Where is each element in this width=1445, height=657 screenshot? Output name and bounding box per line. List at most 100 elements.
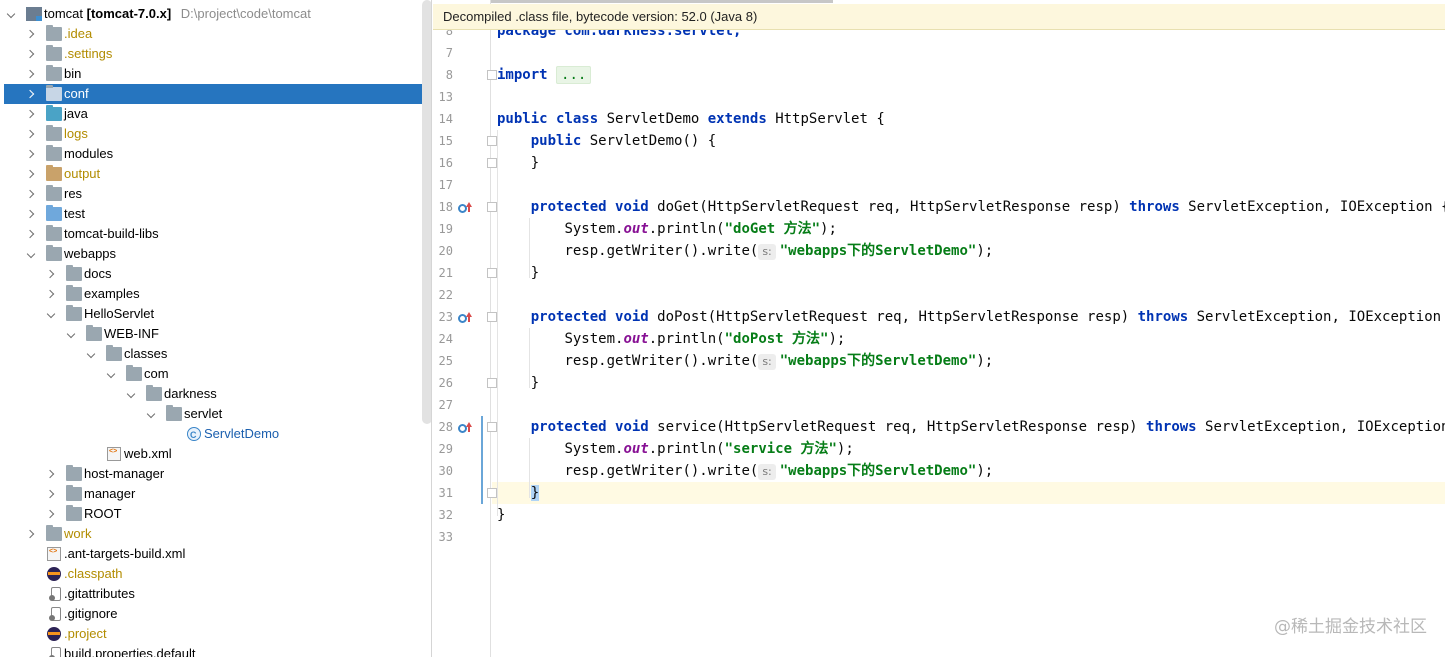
folder-icon <box>146 385 162 401</box>
chevron-right-icon[interactable] <box>26 124 38 144</box>
code-text: ServletException, IOException <box>1196 419 1445 435</box>
tree-item-manager[interactable]: manager <box>0 484 431 504</box>
fold-toggle-icon[interactable] <box>487 268 497 278</box>
tree-item-servlet[interactable]: servlet <box>0 404 431 424</box>
tree-item-classpath[interactable]: .classpath <box>0 564 431 584</box>
keyword: public <box>497 111 548 127</box>
chevron-down-icon[interactable] <box>66 324 78 344</box>
chevron-right-icon[interactable] <box>46 504 58 524</box>
line-number: 30 <box>438 464 453 478</box>
chevron-down-icon[interactable] <box>126 384 138 404</box>
tree-item-modules[interactable]: modules <box>0 144 431 164</box>
string-literal: "doGet 方法" <box>724 221 821 237</box>
code-text: resp.getWriter().write( <box>564 243 759 259</box>
tree-item-examples[interactable]: examples <box>0 284 431 304</box>
chevron-down-icon[interactable] <box>86 344 98 364</box>
fold-toggle-icon[interactable] <box>487 136 497 146</box>
chevron-right-icon[interactable] <box>46 484 58 504</box>
tree-item-web-xml[interactable]: web.xml <box>0 442 431 464</box>
chevron-down-icon[interactable] <box>6 4 18 24</box>
tree-item-label: .classpath <box>64 566 123 581</box>
chevron-right-icon[interactable] <box>26 164 38 184</box>
tree-item-test[interactable]: test <box>0 204 431 224</box>
chevron-right-icon[interactable] <box>26 24 38 44</box>
code-line: public ServletDemo() { <box>497 130 716 152</box>
tree-item-darkness[interactable]: darkness <box>0 384 431 404</box>
tree-item-res[interactable]: res <box>0 184 431 204</box>
tree-item-gitattributes[interactable]: .gitattributes <box>0 584 431 604</box>
chevron-down-icon[interactable] <box>46 304 58 324</box>
chevron-right-icon[interactable] <box>26 144 38 164</box>
code-text: ServletException, IOException <box>1188 309 1445 325</box>
tree-item-label: docs <box>84 266 112 281</box>
code-line: System.out.println("doGet 方法"); <box>497 218 836 240</box>
tree-item-label: WEB-INF <box>104 326 159 341</box>
code-text: .println( <box>648 441 725 457</box>
chevron-down-icon[interactable] <box>26 244 38 264</box>
chevron-right-icon[interactable] <box>46 284 58 304</box>
override-method-icon[interactable] <box>458 312 472 324</box>
tree-item-bin[interactable]: bin <box>0 64 431 84</box>
tree-item-root[interactable]: ROOT <box>0 504 431 524</box>
tree-item-conf[interactable]: conf <box>4 84 431 104</box>
tree-item-logs[interactable]: logs <box>0 124 431 144</box>
chevron-right-icon[interactable] <box>26 44 38 64</box>
source-folder-icon <box>46 105 62 121</box>
chevron-down-icon[interactable] <box>146 404 158 424</box>
chevron-right-icon[interactable] <box>26 184 38 204</box>
chevron-right-icon[interactable] <box>26 224 38 244</box>
fold-toggle-icon[interactable] <box>487 70 497 80</box>
tree-item-webapps[interactable]: webapps <box>0 244 431 264</box>
folder-icon <box>46 65 62 81</box>
tree-item-servletdemo[interactable]: ServletDemo <box>0 424 431 445</box>
tree-item-output[interactable]: output <box>0 164 431 184</box>
chevron-right-icon[interactable] <box>26 524 38 544</box>
tree-item-docs[interactable]: docs <box>0 264 431 284</box>
tree-item-helloservlet[interactable]: HelloServlet <box>0 304 431 324</box>
chevron-right-icon[interactable] <box>26 204 38 224</box>
test-folder-icon <box>46 205 62 221</box>
keyword: protected <box>530 199 607 215</box>
code-text: resp.getWriter().write( <box>564 353 759 369</box>
tree-item-settings[interactable]: .settings <box>0 44 431 64</box>
tree-item-work[interactable]: work <box>0 524 431 544</box>
chevron-right-icon[interactable] <box>46 264 58 284</box>
tree-scrollbar[interactable] <box>422 0 431 424</box>
watermark: @稀土掘金技术社区 <box>1274 617 1427 637</box>
fold-toggle-icon[interactable] <box>487 488 497 498</box>
tree-item-ant-targets[interactable]: .ant-targets-build.xml <box>0 542 431 564</box>
tree-item-java[interactable]: java <box>0 104 431 124</box>
fold-toggle-icon[interactable] <box>487 158 497 168</box>
tree-item-web-inf[interactable]: WEB-INF <box>0 324 431 344</box>
override-method-icon[interactable] <box>458 202 472 214</box>
tree-item-build-properties[interactable]: build.properties.default <box>0 644 431 657</box>
import-fold-placeholder[interactable]: ... <box>556 66 592 84</box>
override-method-icon[interactable] <box>458 422 472 434</box>
tree-root-tomcat[interactable]: tomcat [tomcat-7.0.x] D:\project\code\to… <box>0 4 431 24</box>
code-line: } <box>497 372 539 394</box>
excluded-folder-icon <box>46 165 62 181</box>
tree-item-classes[interactable]: classes <box>0 344 431 364</box>
fold-toggle-icon[interactable] <box>487 422 497 432</box>
root-path: D:\project\code\tomcat <box>180 6 311 21</box>
chevron-down-icon[interactable] <box>106 364 118 384</box>
tree-item-com[interactable]: com <box>0 364 431 384</box>
chevron-right-icon[interactable] <box>26 64 38 84</box>
chevron-right-icon[interactable] <box>26 84 38 104</box>
fold-toggle-icon[interactable] <box>487 202 497 212</box>
parameter-hint: s: <box>758 244 776 260</box>
line-number: 32 <box>438 508 453 522</box>
fold-toggle-icon[interactable] <box>487 312 497 322</box>
fold-toggle-icon[interactable] <box>487 378 497 388</box>
code-line: System.out.println("doPost 方法"); <box>497 328 845 350</box>
tree-item-idea[interactable]: .idea <box>0 24 431 44</box>
tree-item-gitignore[interactable]: .gitignore <box>0 604 431 624</box>
keyword: throws <box>1129 199 1180 215</box>
chevron-right-icon[interactable] <box>26 104 38 124</box>
tree-item-project[interactable]: .project <box>0 624 431 644</box>
chevron-right-icon[interactable] <box>46 464 58 484</box>
code-text: resp.getWriter().write( <box>564 463 759 479</box>
tree-item-host-manager[interactable]: host-manager <box>0 464 431 484</box>
code-editor[interactable]: Decompiled .class file, bytecode version… <box>433 0 1445 657</box>
tree-item-tomcat-build-libs[interactable]: tomcat-build-libs <box>0 224 431 244</box>
